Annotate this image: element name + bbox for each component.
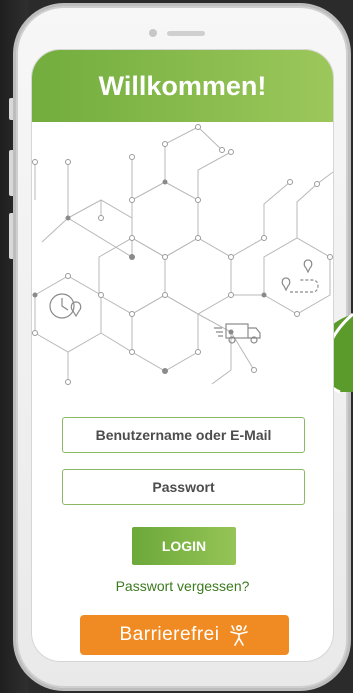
username-placeholder: Benutzername oder E-Mail: [95, 427, 272, 443]
accessibility-person-icon: [230, 624, 249, 646]
login-button-label: LOGIN: [161, 538, 207, 554]
app-screen: Willkommen! Benutzername oder E-Mail Pas…: [32, 50, 333, 661]
forgot-password-link[interactable]: Passwort vergessen?: [32, 578, 333, 594]
network-illustration: [32, 124, 333, 385]
password-placeholder: Passwort: [152, 479, 215, 495]
phone-camera: [149, 29, 157, 37]
welcome-header: Willkommen!: [32, 50, 333, 122]
accessibility-label: Barrierefrei: [119, 624, 220, 645]
username-field[interactable]: Benutzername oder E-Mail: [62, 417, 305, 453]
forgot-password-label: Passwort vergessen?: [115, 578, 250, 594]
phone-side-button-2: [9, 150, 15, 196]
accessibility-button[interactable]: Barrierefrei: [80, 615, 289, 655]
welcome-title: Willkommen!: [98, 70, 267, 101]
phone-side-button-3: [9, 213, 15, 259]
login-button[interactable]: LOGIN: [132, 527, 236, 565]
phone-speaker: [167, 31, 205, 36]
password-field[interactable]: Passwort: [62, 469, 305, 505]
phone-side-button-1: [9, 98, 15, 120]
